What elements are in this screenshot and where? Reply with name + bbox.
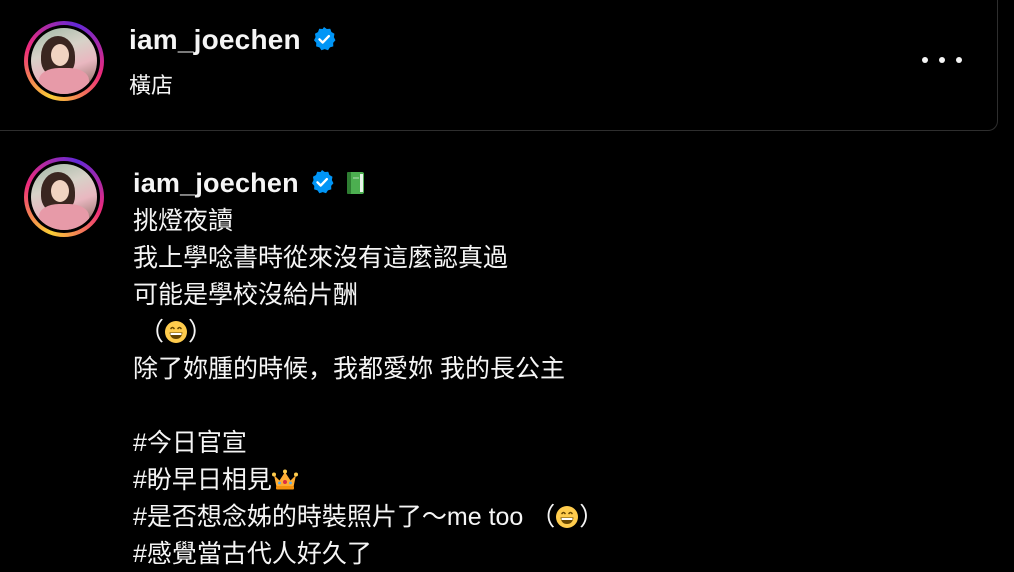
caption-line: 除了妳腫的時候，我都愛妳 我的長公主 bbox=[133, 355, 565, 383]
avatar-photo bbox=[31, 164, 97, 230]
caption-username-row: iam_joechen bbox=[133, 168, 366, 199]
caption-line: 可能是學校沒給片酬 bbox=[133, 281, 359, 309]
hashtag-link[interactable]: #今日官宣 bbox=[133, 425, 993, 462]
paren-open: （ bbox=[139, 318, 165, 346]
paren-close: ） bbox=[188, 318, 214, 346]
caption-username[interactable]: iam_joechen bbox=[133, 168, 299, 198]
grinning-face-icon bbox=[165, 321, 188, 343]
paren-close: ） bbox=[579, 503, 605, 531]
grinning-face-icon bbox=[556, 506, 579, 528]
avatar-photo bbox=[31, 28, 97, 94]
hashtag-link[interactable]: #盼早日相見 bbox=[133, 466, 272, 494]
more-dot bbox=[956, 57, 962, 63]
hashtag-link[interactable]: #是否想念姊的時裝照片了～me too （ bbox=[133, 503, 555, 531]
avatar-border bbox=[28, 161, 100, 233]
header-username[interactable]: iam_joechen bbox=[129, 24, 301, 55]
caption-line-emoji: （ ） bbox=[133, 314, 993, 351]
caption-line: 挑燈夜讀 bbox=[133, 207, 234, 235]
post-caption: 挑燈夜讀 我上學唸書時從來沒有這麼認真過 可能是學校沒給片酬 （ ） 除了妳腫的… bbox=[133, 203, 993, 572]
crown-icon bbox=[271, 469, 298, 490]
verified-badge-icon bbox=[312, 169, 334, 194]
verified-badge-icon bbox=[314, 26, 336, 51]
avatar-border bbox=[28, 25, 100, 97]
comment-avatar[interactable] bbox=[24, 157, 104, 237]
more-horizontal-icon bbox=[922, 57, 928, 63]
location-link[interactable]: 橫店 bbox=[129, 68, 173, 100]
caption-line: 我上學唸書時從來沒有這麼認真過 bbox=[133, 244, 509, 272]
post-header: iam_joechen 橫店 bbox=[0, 0, 998, 131]
profile-avatar[interactable] bbox=[24, 21, 104, 101]
hashtag-link-row: #盼早日相見 bbox=[133, 462, 993, 499]
hashtag-link[interactable]: #感覺當古代人好久了 bbox=[133, 536, 993, 572]
header-username-row: iam_joechen bbox=[129, 24, 337, 56]
more-options-button[interactable] bbox=[922, 50, 962, 70]
hashtag-link-row: #是否想念姊的時裝照片了～me too （ ） bbox=[133, 499, 993, 536]
more-dot bbox=[939, 57, 945, 63]
green-book-icon bbox=[346, 172, 364, 194]
